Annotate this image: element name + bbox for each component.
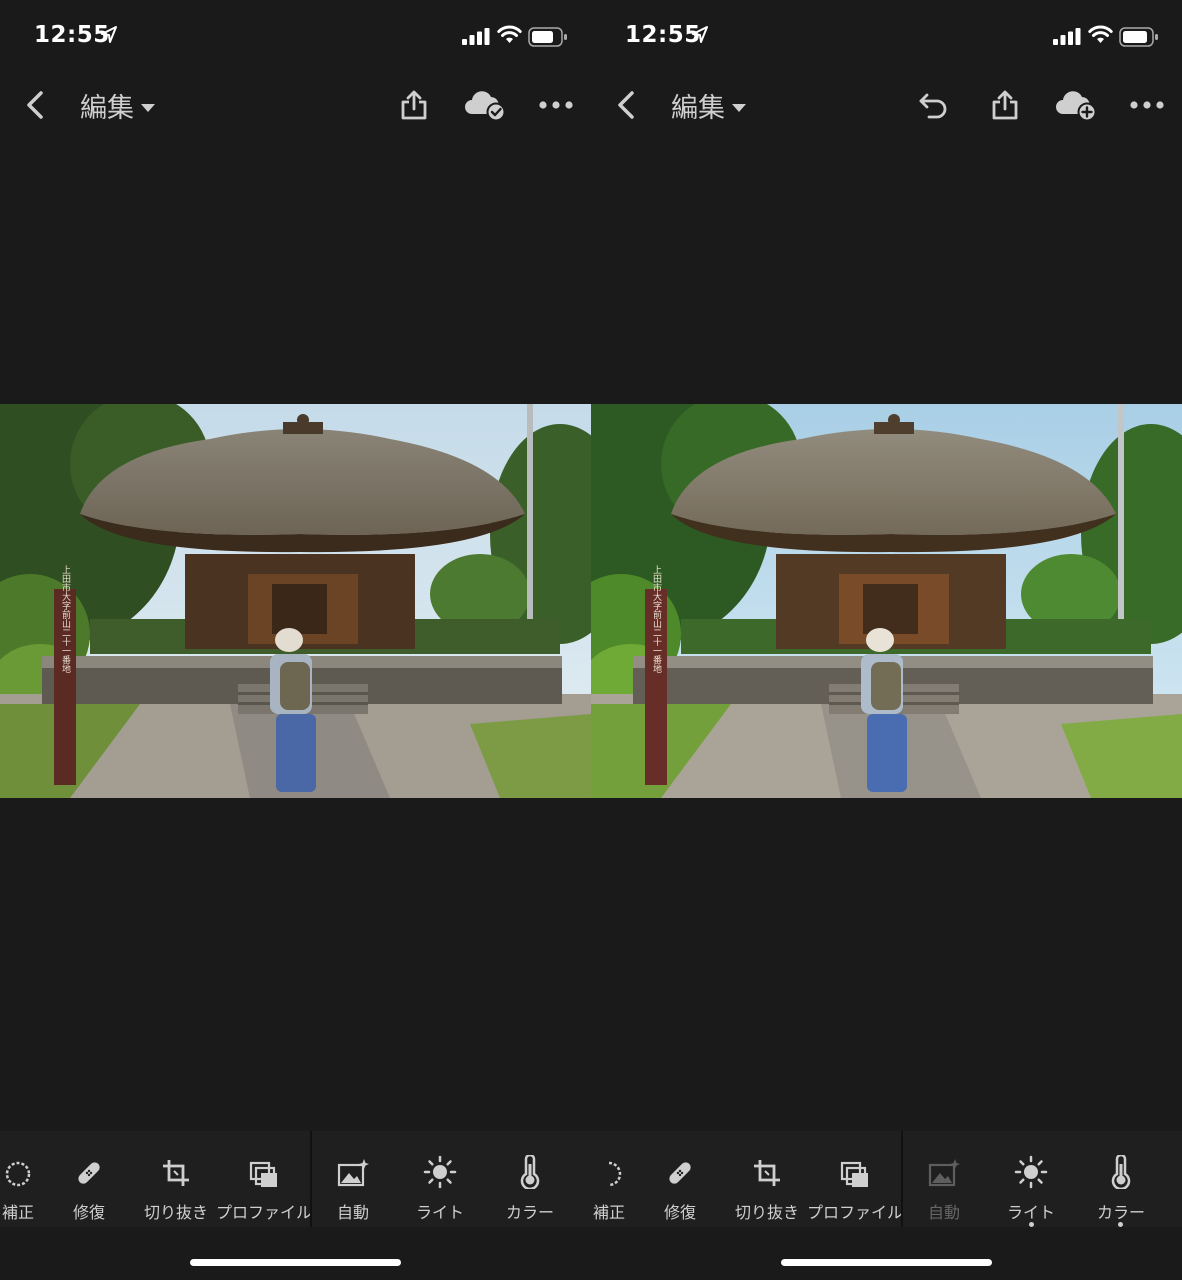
tool-label: 補正 <box>1 1203 34 1222</box>
cloud-add-button[interactable] <box>1053 86 1099 124</box>
nav-bar: 編集 <box>0 78 591 132</box>
undo-button[interactable] <box>913 86 953 124</box>
status-bar: 12:55 <box>591 0 1182 72</box>
tool-label: 切り抜き <box>734 1203 799 1222</box>
caret-down-icon <box>140 98 156 117</box>
page-title: 編集 <box>80 93 134 124</box>
edit-toolbar: 補正 修復 切り抜き プロファイル 自動 ライト カラー <box>591 1131 1182 1227</box>
profile-layers-icon <box>840 1161 868 1187</box>
sun-icon <box>423 1155 457 1189</box>
light-edited-indicator <box>1029 1222 1034 1227</box>
share-icon <box>992 90 1018 120</box>
tool-color[interactable]: カラー <box>1087 1131 1155 1227</box>
status-bar: 12:55 <box>0 0 591 72</box>
location-arrow-icon <box>101 26 117 48</box>
home-indicator[interactable] <box>190 1259 401 1266</box>
page-title: 編集 <box>671 93 725 124</box>
tool-label: 修復 <box>72 1203 105 1222</box>
thermometer-icon <box>1111 1155 1131 1189</box>
tool-label: プロファイル <box>216 1203 313 1222</box>
bandage-icon <box>669 1162 691 1184</box>
tool-auto[interactable]: 自動 <box>913 1131 975 1227</box>
right-screen: 12:55 編集 上田市大字前山二十一番地 補正 修復 切り抜き プロファイル … <box>591 0 1182 1280</box>
cloud-plus-icon <box>1056 91 1097 122</box>
left-screen: 12:55 編集 上田市大字前山二十一番地 補正 修復 切り抜き プロファイル … <box>0 0 591 1280</box>
tool-color[interactable]: カラー <box>496 1131 564 1227</box>
stone-sign-text: 上田市大字前山二十一番地 <box>60 565 71 673</box>
thermometer-icon <box>520 1155 540 1189</box>
cloud-check-icon <box>465 91 506 122</box>
more-icon <box>539 101 573 109</box>
back-chevron-icon[interactable] <box>615 90 637 124</box>
profile-layers-icon <box>249 1161 277 1187</box>
tool-label: プロファイル <box>807 1203 904 1222</box>
tool-label: 自動 <box>336 1203 369 1222</box>
tool-label: 自動 <box>927 1203 960 1222</box>
tool-light[interactable]: ライト <box>406 1131 474 1227</box>
cloud-synced-button[interactable] <box>462 86 508 124</box>
wifi-icon <box>1088 25 1113 48</box>
undo-icon <box>919 93 947 119</box>
tool-crop[interactable]: 切り抜き <box>729 1131 805 1227</box>
stone-sign-text: 上田市大字前山二十一番地 <box>651 565 662 673</box>
tool-label: カラー <box>1096 1203 1145 1222</box>
status-time: 12:55 <box>34 22 110 48</box>
color-edited-indicator <box>1118 1222 1123 1227</box>
tool-label: 補正 <box>592 1203 625 1222</box>
location-arrow-icon <box>692 26 708 48</box>
tool-label: 切り抜き <box>143 1203 208 1222</box>
more-icon <box>1130 101 1164 109</box>
share-button[interactable] <box>394 86 434 124</box>
tool-healing[interactable]: 修復 <box>58 1131 120 1227</box>
optics-icon <box>5 1161 31 1187</box>
optics-icon <box>608 1161 622 1187</box>
tool-healing[interactable]: 修復 <box>649 1131 711 1227</box>
tool-profile[interactable]: プロファイル <box>807 1131 903 1227</box>
edit-mode-dropdown[interactable]: 編集 <box>80 86 156 125</box>
home-indicator[interactable] <box>781 1259 992 1266</box>
auto-enhance-icon <box>337 1159 369 1187</box>
edit-mode-dropdown[interactable]: 編集 <box>671 86 747 125</box>
tool-optics[interactable]: 補正 <box>591 1131 641 1227</box>
auto-enhance-icon <box>928 1159 960 1187</box>
tool-label: 修復 <box>663 1203 696 1222</box>
crop-rotate-icon <box>163 1160 189 1186</box>
sun-icon <box>1014 1155 1048 1189</box>
tool-label: カラー <box>505 1203 554 1222</box>
tool-profile[interactable]: プロファイル <box>216 1131 312 1227</box>
more-button[interactable] <box>536 86 576 124</box>
photo-preview[interactable]: 上田市大字前山二十一番地 <box>0 404 591 798</box>
battery-icon <box>1119 27 1159 51</box>
tool-optics[interactable]: 補正 <box>0 1131 50 1227</box>
edit-toolbar: 補正 修復 切り抜き プロファイル 自動 ライト カラー <box>0 1131 591 1227</box>
photo-preview[interactable]: 上田市大字前山二十一番地 <box>591 404 1182 798</box>
cellular-signal-icon <box>1053 28 1081 49</box>
tool-auto[interactable]: 自動 <box>322 1131 384 1227</box>
tool-crop[interactable]: 切り抜き <box>138 1131 214 1227</box>
nav-bar: 編集 <box>591 78 1182 132</box>
back-chevron-icon[interactable] <box>24 90 46 124</box>
more-button[interactable] <box>1127 86 1167 124</box>
crop-rotate-icon <box>754 1160 780 1186</box>
share-button[interactable] <box>985 86 1025 124</box>
status-time: 12:55 <box>625 22 701 48</box>
tool-label: ライト <box>415 1203 464 1222</box>
toolbar-divider <box>901 1131 903 1227</box>
tool-light[interactable]: ライト <box>997 1131 1065 1227</box>
bandage-icon <box>78 1162 100 1184</box>
tool-label: ライト <box>1006 1203 1055 1222</box>
caret-down-icon <box>731 98 747 117</box>
cellular-signal-icon <box>462 28 490 49</box>
wifi-icon <box>497 25 522 48</box>
toolbar-divider <box>310 1131 312 1227</box>
share-icon <box>401 90 427 120</box>
battery-icon <box>528 27 568 51</box>
